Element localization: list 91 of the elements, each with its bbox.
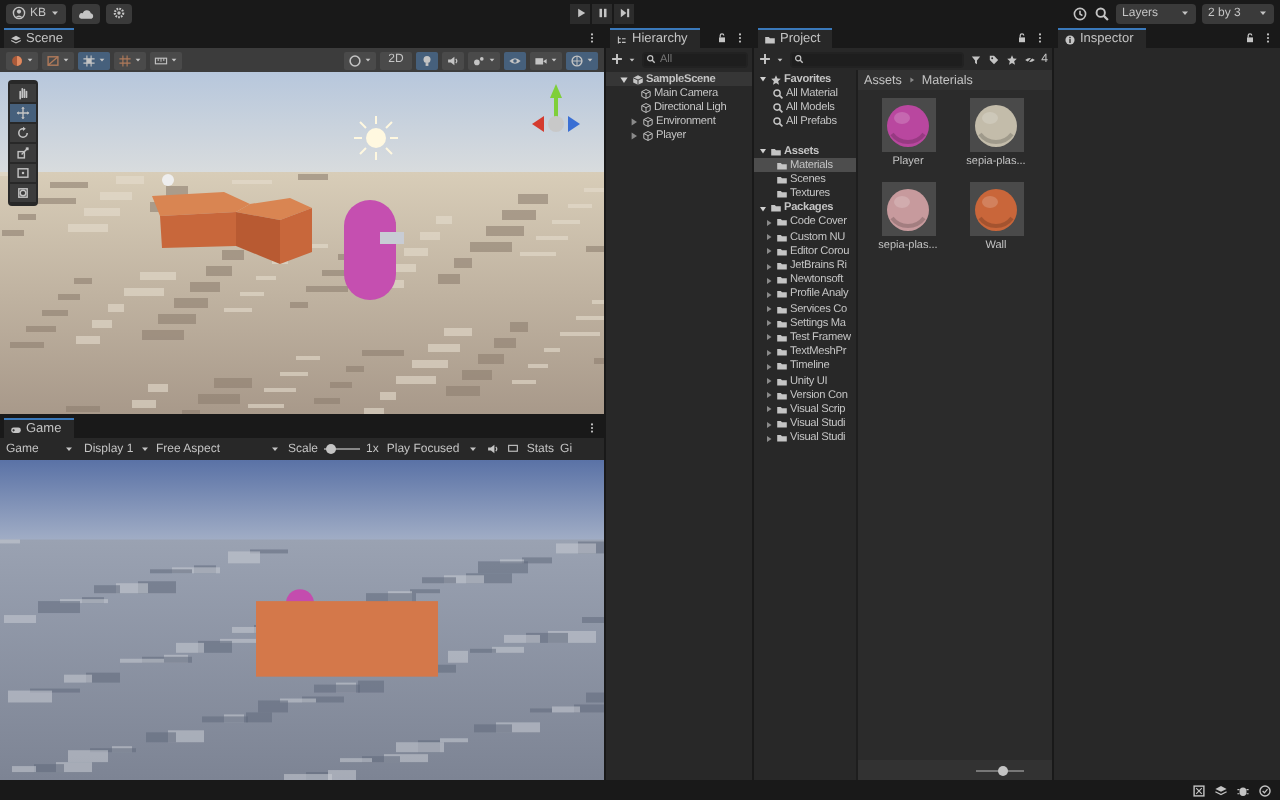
lock-icon[interactable] [716, 32, 728, 44]
ruler-button[interactable] [150, 51, 182, 69]
step-button[interactable] [614, 3, 635, 23]
icon-size-slider[interactable] [998, 765, 1009, 775]
search-icon[interactable] [1094, 5, 1111, 21]
bug-icon[interactable] [1236, 783, 1250, 797]
caret-icon [139, 444, 150, 454]
transform-tool[interactable] [10, 184, 36, 202]
search-icon [646, 54, 656, 64]
scale-tool[interactable] [10, 144, 36, 162]
grid-icon [118, 53, 132, 67]
plus-icon [610, 52, 624, 66]
caret-icon [776, 55, 784, 63]
lighting-button[interactable] [416, 51, 438, 69]
sphere-icon [10, 53, 24, 67]
light-bulb-icon [420, 53, 434, 67]
step-icon [617, 6, 632, 20]
plus-icon [758, 52, 772, 66]
tag-icon[interactable] [987, 53, 1000, 65]
settings-button[interactable] [106, 3, 133, 23]
image-icon [46, 53, 60, 67]
transform-icon [16, 186, 30, 200]
circle-icon [348, 53, 362, 67]
play-button[interactable] [570, 3, 591, 23]
globe-icon [570, 53, 584, 67]
render-button[interactable] [344, 51, 376, 69]
caret-icon [1180, 8, 1191, 18]
eye-icon [508, 53, 522, 67]
effects-icon [472, 53, 486, 67]
speaker-icon [446, 53, 460, 67]
effects-button[interactable] [468, 51, 500, 69]
filter-icon[interactable] [969, 53, 982, 65]
pause-icon [595, 6, 610, 20]
camera-button[interactable] [42, 51, 74, 69]
monitor-icon[interactable] [506, 442, 521, 456]
camera-settings-button[interactable] [530, 51, 562, 69]
shading-button[interactable] [6, 51, 38, 69]
audio-button[interactable] [442, 51, 464, 69]
rotate-tool[interactable] [10, 124, 36, 142]
play-icon [573, 6, 588, 20]
layers-icon[interactable] [1214, 783, 1228, 797]
move-tool[interactable] [10, 104, 36, 122]
rect-icon [16, 166, 30, 180]
camera-icon [534, 53, 548, 67]
network-icon[interactable] [1192, 783, 1206, 797]
add-button[interactable] [610, 49, 636, 69]
caret-icon [468, 444, 479, 454]
account-icon [12, 6, 26, 20]
search-icon [794, 54, 804, 64]
collapse-arrow-icon [758, 74, 768, 85]
expand-arrow-icon[interactable] [628, 116, 640, 129]
lock-icon[interactable] [1244, 32, 1256, 44]
move-icon [16, 106, 30, 120]
gizmos-button[interactable] [566, 51, 598, 69]
rotate-icon [16, 126, 30, 140]
expand-arrow-icon[interactable] [628, 130, 640, 143]
add-button[interactable] [758, 49, 784, 69]
cloud-icon [78, 5, 95, 21]
hand-tool[interactable] [10, 84, 36, 102]
caret-icon [628, 55, 636, 63]
history-icon[interactable] [1072, 5, 1089, 21]
visibility-button[interactable] [504, 51, 526, 69]
hierarchy-icon [616, 33, 628, 45]
pause-button[interactable] [592, 3, 613, 23]
caret-icon [64, 444, 74, 454]
grid-button[interactable] [114, 51, 146, 69]
lock-icon[interactable] [1016, 32, 1028, 44]
settings-icon [112, 6, 127, 20]
collapse-arrow-icon[interactable] [758, 203, 768, 214]
caret-icon [1258, 8, 1269, 18]
grid-snap-icon [82, 53, 96, 67]
rect-tool[interactable] [10, 164, 36, 182]
gamepad-icon [10, 423, 22, 435]
caret-icon [50, 8, 61, 18]
info-icon [1064, 33, 1076, 45]
cloud-button[interactable] [72, 3, 101, 23]
caret-icon [270, 444, 280, 454]
scale-slider[interactable] [325, 444, 336, 454]
collapse-arrow-icon[interactable] [618, 73, 630, 86]
check-circle-icon[interactable] [1258, 783, 1272, 797]
collapse-arrow-icon[interactable] [758, 146, 768, 157]
star-icon [770, 73, 782, 86]
mute-audio-icon[interactable] [486, 442, 501, 456]
hand-icon [16, 86, 30, 100]
grid-snap-button[interactable] [78, 51, 110, 69]
star-icon[interactable] [1005, 53, 1018, 65]
scale-icon [16, 146, 30, 160]
search-field[interactable] [790, 51, 964, 67]
ruler-icon [154, 53, 168, 67]
hidden-icon[interactable] [1023, 53, 1036, 65]
layers-icon [10, 33, 22, 45]
